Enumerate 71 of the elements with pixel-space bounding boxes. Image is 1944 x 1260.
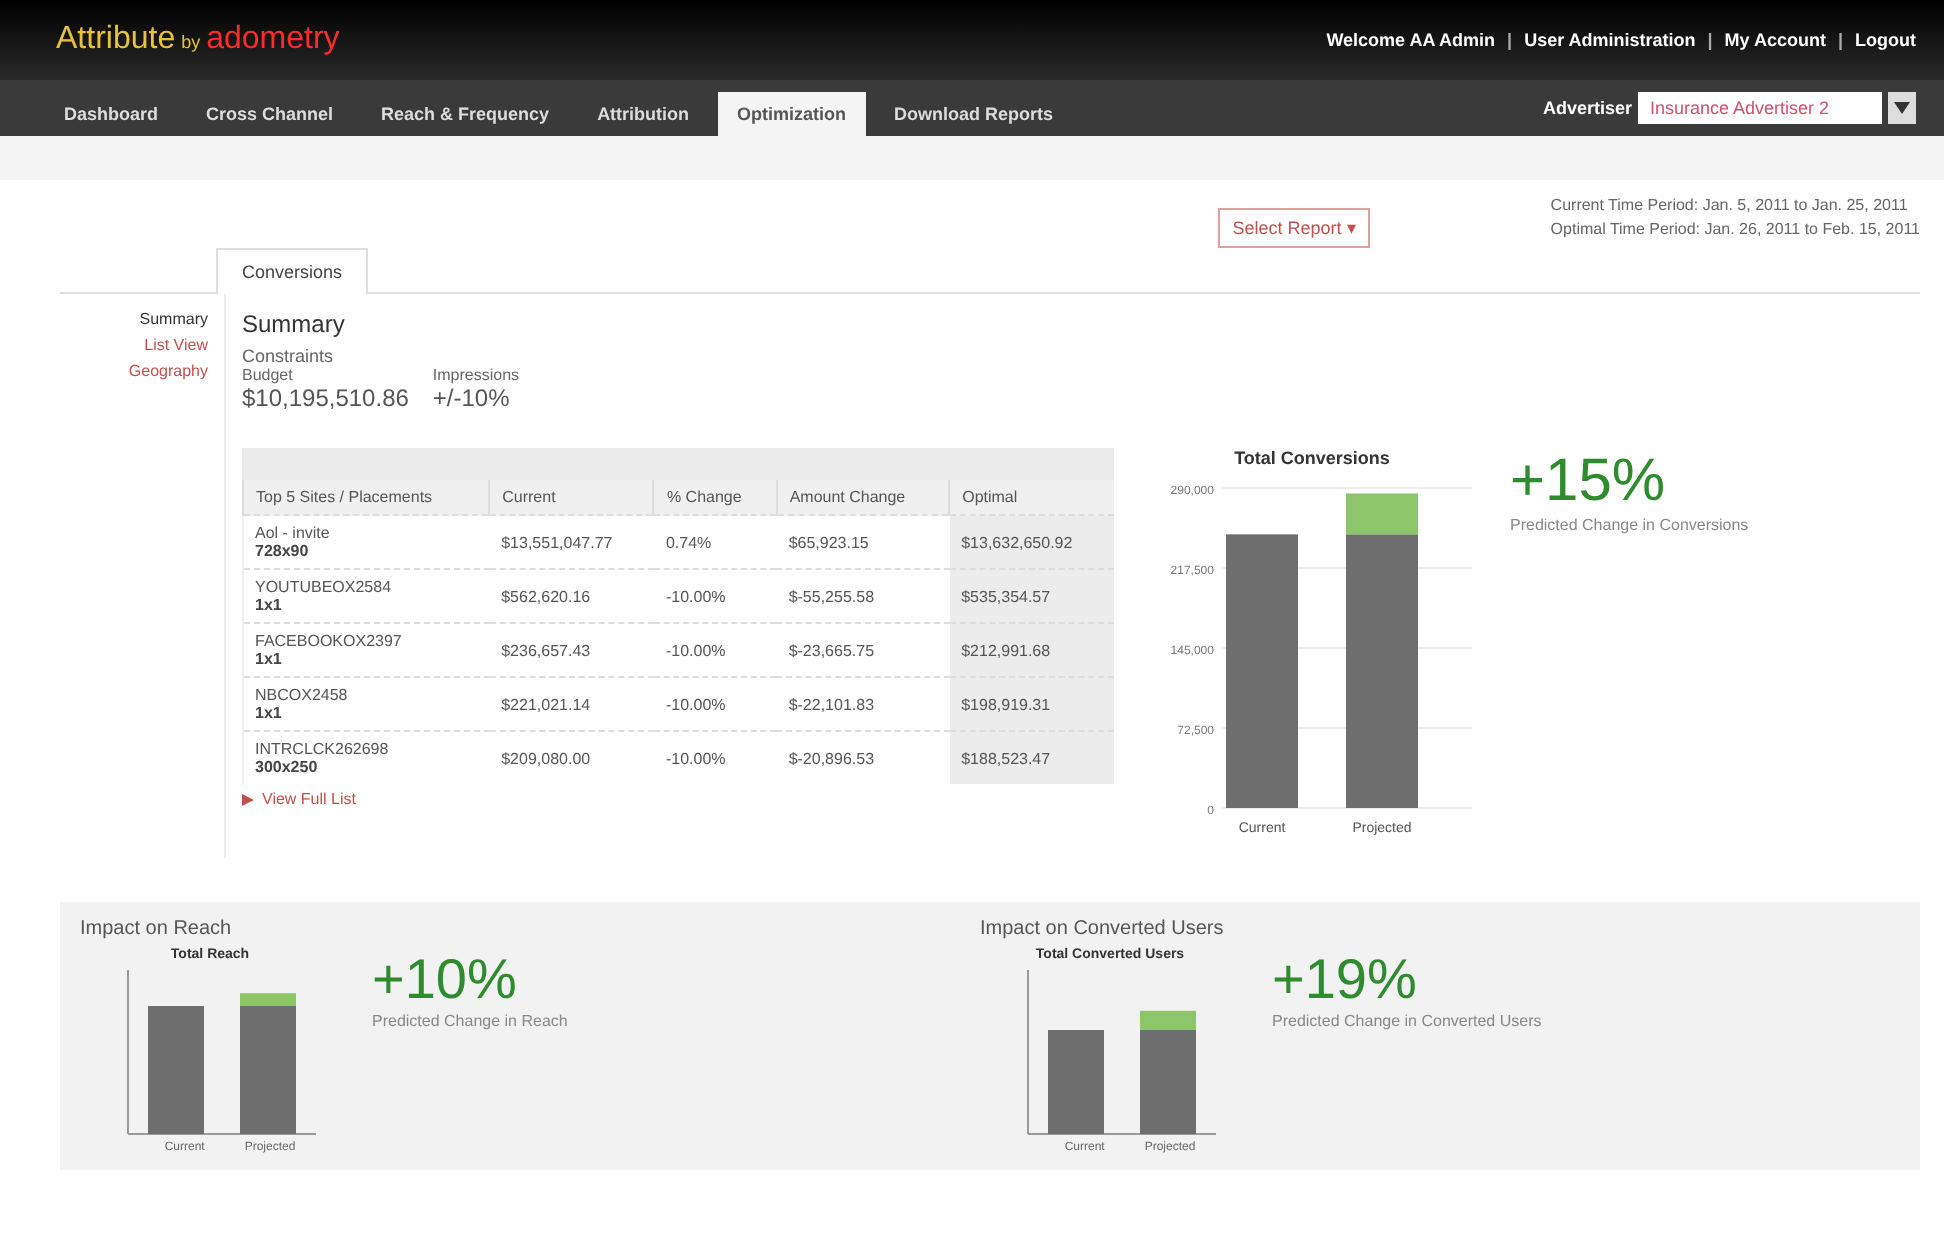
table-cell: $221,021.14 (489, 677, 654, 731)
table-cell: $212,991.68 (949, 623, 1114, 677)
sidebar-link[interactable]: List View (144, 336, 208, 354)
placement-size: 1x1 (255, 596, 284, 614)
nav-tab[interactable]: Cross Channel (186, 92, 354, 136)
change-percent: +10% (372, 948, 519, 1012)
table-cell: $562,620.16 (489, 569, 654, 623)
site-name: Aol - invite (255, 524, 332, 542)
view-full-list-link[interactable]: View Full List (262, 790, 356, 808)
welcome-text: Welcome AA Admin (1326, 30, 1496, 50)
chart-title: Total Conversions (1232, 448, 1392, 468)
table-cell: $13,632,650.92 (949, 515, 1114, 569)
constraints-label: Constraints (242, 346, 336, 366)
placement-size: 728x90 (255, 542, 311, 560)
advertiser-select[interactable]: Insurance Advertiser 2 (1638, 92, 1882, 124)
site-name: YOUTUBEOX2584 (255, 578, 394, 596)
nav-tab[interactable]: Attribution (577, 92, 710, 136)
site-name: FACEBOOKOX2397 (255, 632, 404, 650)
table-cell: -10.00% (653, 731, 777, 784)
table-cell: $-23,665.75 (776, 623, 950, 677)
select-report-button[interactable]: Select Report ▾ (1218, 208, 1371, 248)
budget-label: Budget (242, 366, 295, 384)
nav-tab[interactable]: Download Reports (874, 92, 1074, 136)
nav-tab[interactable]: Reach & Frequency (361, 92, 570, 136)
section-title: Summary (242, 310, 347, 338)
time-period-text: Optimal Time Period: Jan. 26, 2011 to Feb. 15, 2011 (1550, 220, 1920, 238)
separator: | (1837, 30, 1843, 50)
sidebar-link[interactable]: Geography (128, 362, 208, 380)
sidebar-link[interactable]: Summary (139, 310, 208, 328)
table-cell: $236,657.43 (489, 623, 654, 677)
table-cell: $209,080.00 (489, 731, 654, 784)
dropdown-icon[interactable] (1888, 92, 1916, 124)
table-cell: $-55,255.58 (776, 569, 950, 623)
change-label: Predicted Change in Converted Users (1272, 1012, 1542, 1030)
tab[interactable]: Conversions (216, 248, 369, 294)
site-name: INTRCLCK262698 (255, 740, 391, 758)
impressions-label: Impressions (432, 366, 520, 384)
table-cell: $-22,101.83 (776, 677, 950, 731)
separator: | (1707, 30, 1713, 50)
panel-title: Impact on Reach (80, 918, 234, 940)
header-link[interactable]: My Account (1724, 30, 1826, 50)
site-name: NBCOX2458 (255, 686, 350, 704)
table-cell: $13,551,047.77 (489, 515, 654, 569)
nav-tab[interactable]: Optimization (717, 92, 867, 136)
play-icon (242, 793, 254, 805)
table-cell: -10.00% (653, 623, 777, 677)
panel-title: Impact on Converted Users (980, 918, 1226, 940)
nav-tab[interactable]: Dashboard (44, 92, 179, 136)
table-cell: $65,923.15 (776, 515, 950, 569)
change-label: Predicted Change in Reach (372, 1012, 568, 1030)
time-period-text: Current Time Period: Jan. 5, 2011 to Jan. 25, 2011 (1550, 196, 1910, 214)
table-cell: $-20,896.53 (776, 731, 950, 784)
table-cell: -10.00% (653, 569, 777, 623)
change-label: Predicted Change in Conversions (1510, 516, 1749, 534)
change-percent: +19% (1272, 948, 1419, 1012)
table-cell: $535,354.57 (949, 569, 1114, 623)
table-cell: $188,523.47 (949, 731, 1114, 784)
placement-size: 1x1 (255, 704, 284, 722)
separator: | (1507, 30, 1513, 50)
logo: Attribute by adometry (56, 22, 340, 58)
header-link[interactable]: User Administration (1524, 30, 1696, 50)
advertiser-label: Advertiser (1542, 98, 1632, 118)
table-cell: 0.74% (653, 515, 777, 569)
placement-size: 300x250 (255, 758, 320, 776)
budget-value: $10,195,510.86 (242, 384, 409, 412)
change-percent: +15% (1510, 448, 1668, 516)
table-cell: -10.00% (653, 677, 777, 731)
impressions-value: +/-10% (432, 384, 512, 412)
header-link[interactable]: Logout (1855, 30, 1916, 50)
placement-size: 1x1 (255, 650, 284, 668)
table-cell: $198,919.31 (949, 677, 1114, 731)
